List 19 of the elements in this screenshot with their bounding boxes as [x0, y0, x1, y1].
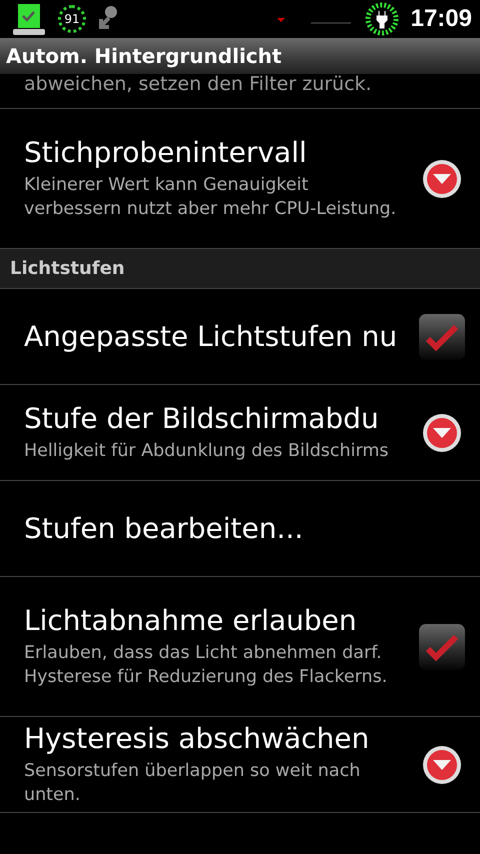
gauge-indicator: 91 [58, 5, 86, 33]
checkbox[interactable] [418, 312, 466, 360]
preference-summary: Kleinerer Wert kann Genauigkeit verbessern nutzt aber mehr CPU-Leistung. [24, 174, 398, 221]
preference-title[interactable]: Stufe der Bildschirmabdu [24, 402, 416, 435]
preference-title[interactable]: Stufen bearbeiten... [24, 512, 468, 545]
plug-icon [364, 2, 399, 36]
section-header: Lichtstufen [0, 249, 480, 289]
window-title: Autom. Hintergrundlicht [0, 38, 480, 74]
preference-summary: abweichen, setzen den Filter zurück. [24, 74, 373, 96]
preference-title[interactable]: Lichtabnahme erlauben [24, 604, 416, 637]
preference-summary: Erlauben, dass das Licht abnehmen darf. Hysterese für Reduzierung des Flackerns. [24, 642, 388, 689]
checkbox[interactable] [418, 622, 466, 670]
document-check-icon [12, 2, 46, 36]
preference-summary: Sensorstufen überlappen so weit nach unten. [24, 760, 362, 807]
clock-time: 17:09 [410, 5, 472, 33]
preference-summary: Helligkeit für Abdunklung des Bildschirms [24, 440, 390, 463]
preference-title[interactable]: Hysteresis abschwächen [24, 722, 416, 755]
preference-title[interactable]: Angepasste Lichtstufen nu [24, 320, 416, 353]
preference-title[interactable]: Stichprobenintervall [24, 136, 416, 169]
